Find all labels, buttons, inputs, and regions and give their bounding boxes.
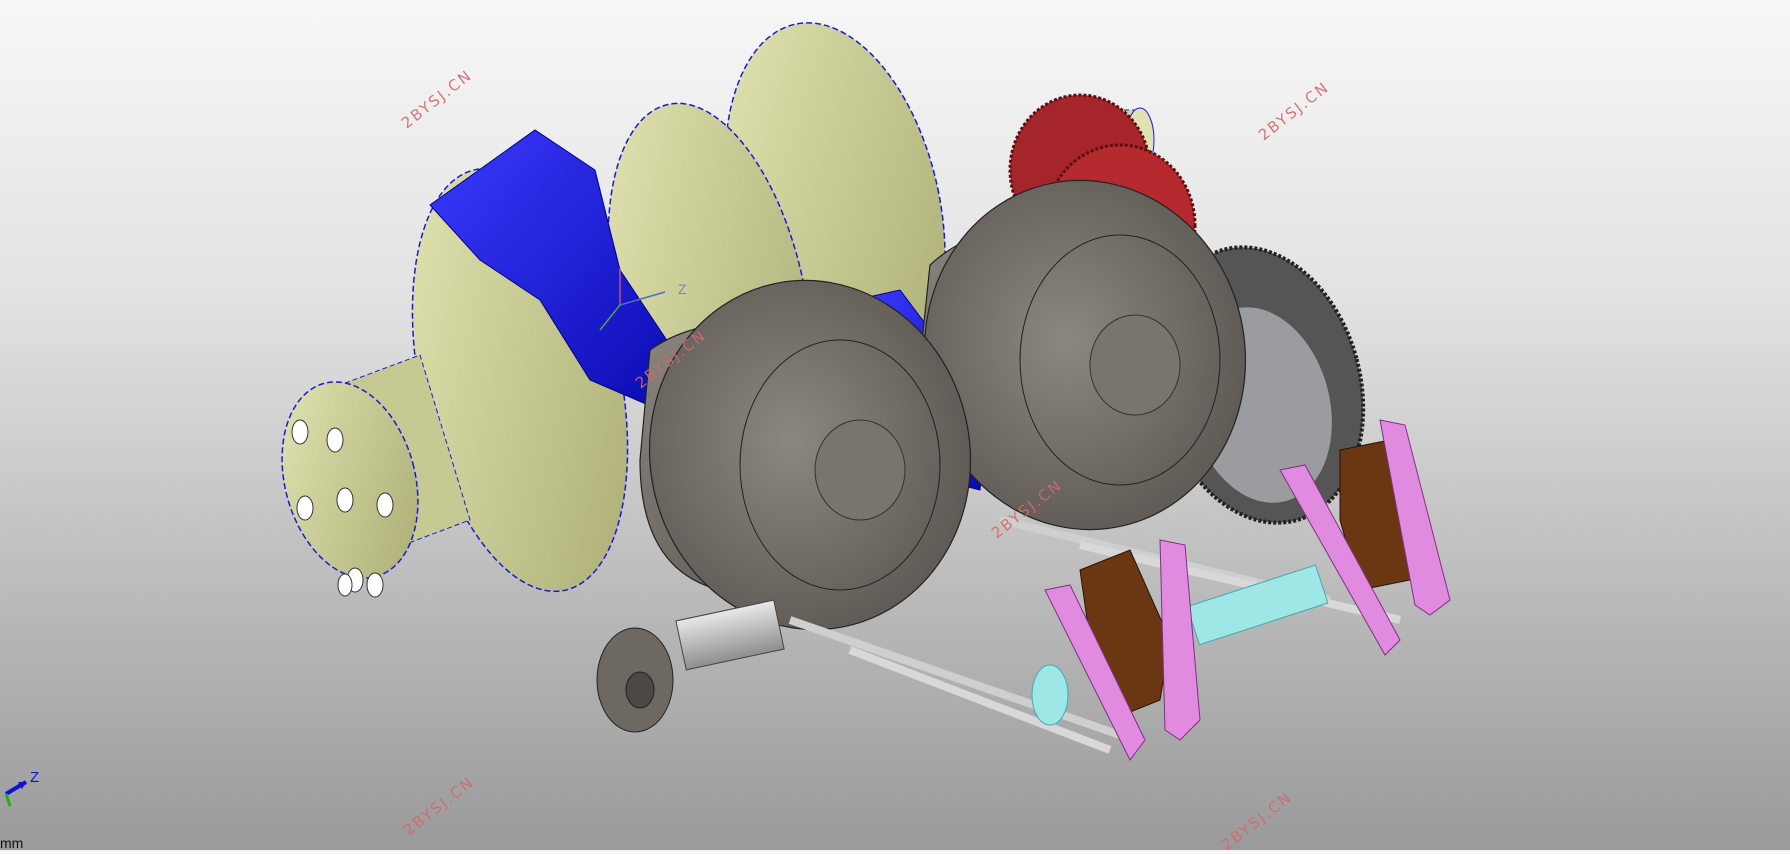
rocker-arm-front[interactable] <box>1044 539 1201 761</box>
units-label: mm <box>0 835 24 851</box>
local-axis-z-label: Z <box>678 281 687 297</box>
triad-z-label: Z <box>30 769 39 786</box>
cad-viewport[interactable]: Z 2BYSJ.CN 2BYSJ.CN 2BYSJ.CN 2BYSJ.CN 2B… <box>0 0 1790 854</box>
assembly-model[interactable]: Z <box>0 0 1790 850</box>
orientation-triad[interactable]: Z <box>0 760 60 820</box>
